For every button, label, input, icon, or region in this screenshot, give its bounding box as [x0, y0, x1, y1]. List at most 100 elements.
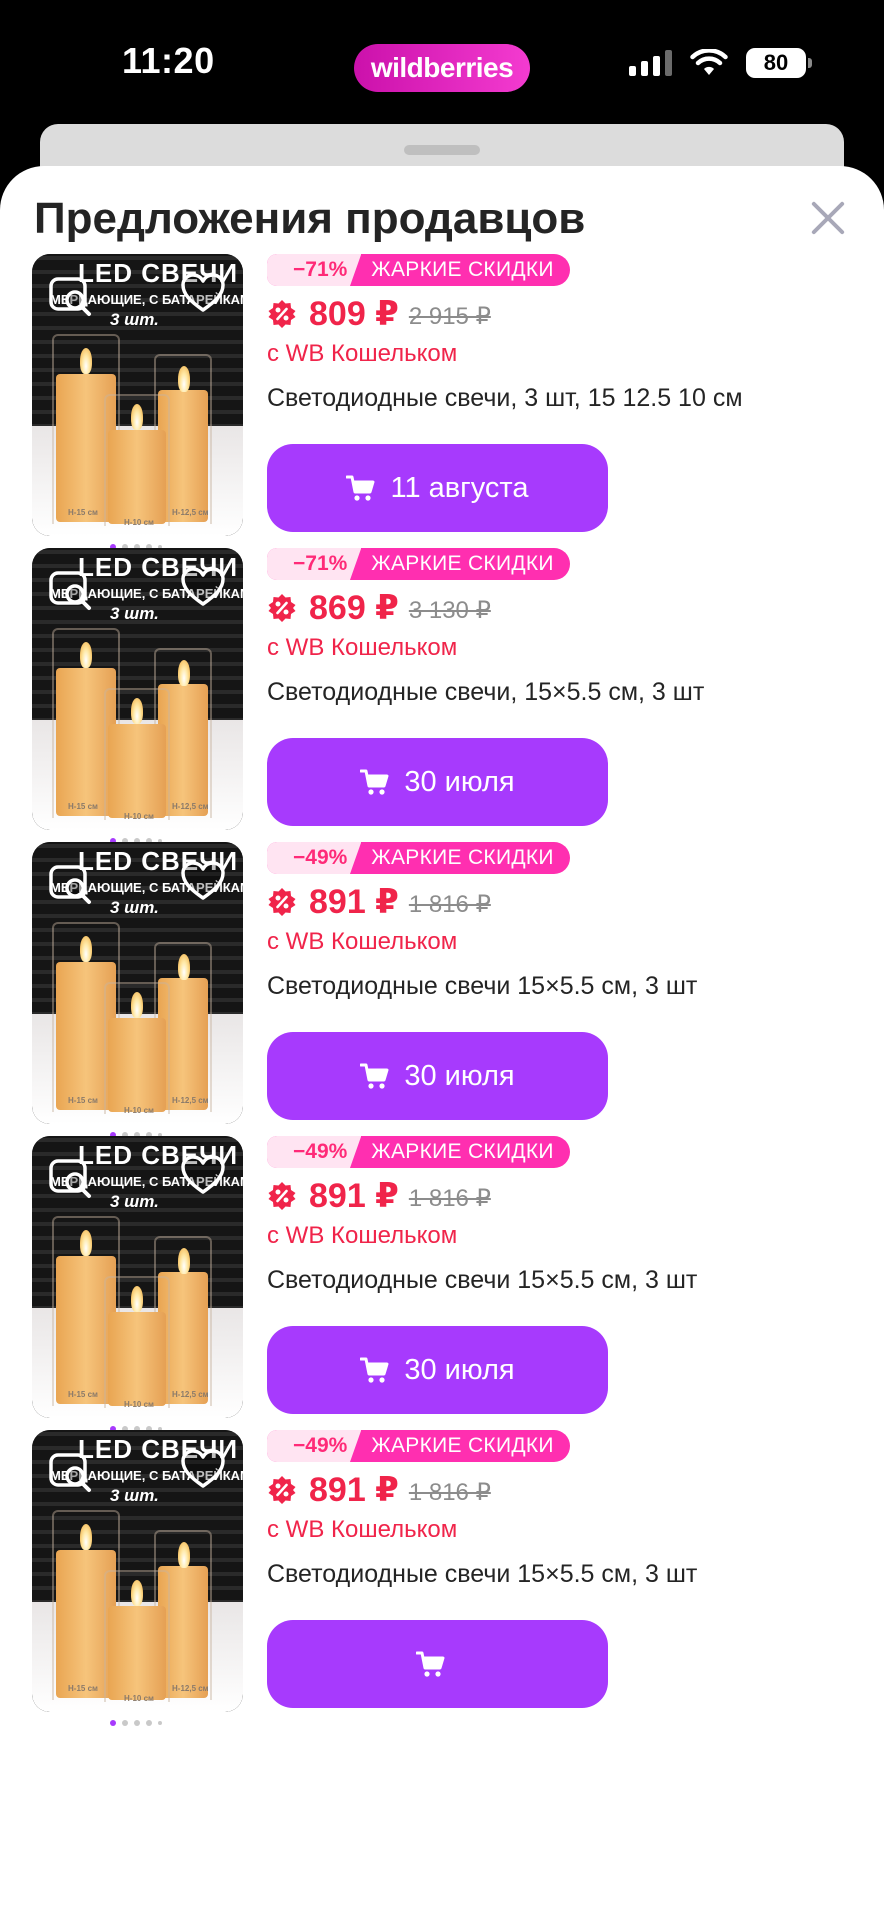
promo-label: ЖАРКИЕ СКИДКИ: [371, 1140, 554, 1163]
heart-icon[interactable]: [180, 1154, 226, 1196]
product-image[interactable]: LED СВЕЧИ МЕРЦАЮЩИЕ, С БАТАРЕЙКАМИ 3 шт.…: [32, 842, 243, 1124]
image-pagination: [110, 1720, 162, 1726]
cart-icon: [360, 769, 389, 795]
current-price: 869 ₽: [309, 589, 399, 627]
heart-icon[interactable]: [180, 272, 226, 314]
brand-logo: wildberries: [354, 44, 530, 92]
candle: [108, 1606, 166, 1700]
candle: [108, 430, 166, 524]
wallet-discount-icon: [268, 1476, 296, 1504]
delivery-date: 11 августа: [390, 471, 529, 504]
sheet-title: Предложения продавцов: [34, 194, 586, 243]
product-image[interactable]: LED СВЕЧИ МЕРЦАЮЩИЕ, С БАТАРЕЙКАМИ 3 шт.…: [32, 1430, 243, 1712]
heart-icon[interactable]: [180, 860, 226, 902]
product-image[interactable]: LED СВЕЧИ МЕРЦАЮЩИЕ, С БАТАРЕЙКАМИ 3 шт.…: [32, 1136, 243, 1418]
offer-card[interactable]: LED СВЕЧИ МЕРЦАЮЩИЕ, С БАТАРЕЙКАМИ 3 шт.…: [0, 548, 884, 878]
current-price: 891 ₽: [309, 883, 399, 921]
thumb-count: 3 шт.: [110, 898, 159, 917]
wallet-discount-icon: [268, 300, 296, 328]
candle: [108, 1312, 166, 1406]
add-to-cart-button[interactable]: 11 августа: [267, 444, 608, 532]
product-title[interactable]: Светодиодные свечи 15×5.5 см, 3 шт: [267, 1560, 697, 1589]
old-price: 1 816 ₽: [408, 1184, 491, 1212]
sheet-grabber[interactable]: [404, 145, 480, 155]
discount-label: −71%: [267, 254, 362, 286]
image-search-icon[interactable]: [48, 1452, 94, 1494]
price-row: 891 ₽ 1 816 ₽: [267, 1176, 491, 1216]
promo-badge: −71% ЖАРКИЕ СКИДКИ: [267, 548, 570, 580]
delivery-date: 30 июля: [404, 1059, 515, 1092]
heart-icon[interactable]: [180, 566, 226, 608]
promo-label: ЖАРКИЕ СКИДКИ: [371, 258, 554, 281]
wallet-discount-icon: [268, 594, 296, 622]
image-search-icon[interactable]: [48, 864, 94, 906]
close-icon[interactable]: [808, 198, 848, 238]
offer-card[interactable]: LED СВЕЧИ МЕРЦАЮЩИЕ, С БАТАРЕЙКАМИ 3 шт.…: [0, 842, 884, 1172]
current-price: 809 ₽: [309, 295, 399, 333]
wallet-discount-icon: [268, 888, 296, 916]
status-bar: 11:20 wildberries 80: [0, 0, 884, 120]
old-price: 2 915 ₽: [408, 302, 491, 330]
price-row: 891 ₽ 1 816 ₽: [267, 1470, 491, 1510]
promo-badge: −71% ЖАРКИЕ СКИДКИ: [267, 254, 570, 286]
add-to-cart-button[interactable]: [267, 1620, 608, 1708]
status-time: 11:20: [122, 40, 215, 81]
wallet-note: с WB Кошельком: [267, 928, 458, 955]
old-price: 3 130 ₽: [408, 596, 491, 624]
discount-label: −49%: [267, 842, 362, 874]
promo-label: ЖАРКИЕ СКИДКИ: [371, 846, 554, 869]
product-image[interactable]: LED СВЕЧИ МЕРЦАЮЩИЕ, С БАТАРЕЙКАМИ 3 шт.…: [32, 254, 243, 536]
cart-icon: [415, 1651, 444, 1677]
promo-badge: −49% ЖАРКИЕ СКИДКИ: [267, 842, 570, 874]
add-to-cart-button[interactable]: 30 июля: [267, 738, 608, 826]
cart-icon: [360, 1063, 389, 1089]
offer-card[interactable]: LED СВЕЧИ МЕРЦАЮЩИЕ, С БАТАРЕЙКАМИ 3 шт.…: [0, 254, 884, 584]
delivery-date: 30 июля: [404, 765, 515, 798]
add-to-cart-button[interactable]: 30 июля: [267, 1032, 608, 1120]
offer-card[interactable]: LED СВЕЧИ МЕРЦАЮЩИЕ, С БАТАРЕЙКАМИ 3 шт.…: [0, 1430, 884, 1760]
wifi-icon: [690, 49, 728, 75]
thumb-count: 3 шт.: [110, 1192, 159, 1211]
current-price: 891 ₽: [309, 1471, 399, 1509]
sellers-offers-sheet: Предложения продавцов LED СВЕЧИ МЕРЦАЮЩИ…: [0, 166, 884, 1920]
image-search-icon[interactable]: [48, 1158, 94, 1200]
candle: [108, 724, 166, 818]
product-title[interactable]: Светодиодные свечи, 15×5.5 см, 3 шт: [267, 678, 704, 707]
old-price: 1 816 ₽: [408, 1478, 491, 1506]
discount-label: −49%: [267, 1430, 362, 1462]
thumb-count: 3 шт.: [110, 310, 159, 329]
wallet-note: с WB Кошельком: [267, 1516, 458, 1543]
wallet-discount-icon: [268, 1182, 296, 1210]
wallet-note: с WB Кошельком: [267, 1222, 458, 1249]
signal-icon: [629, 50, 672, 76]
wallet-note: с WB Кошельком: [267, 634, 458, 661]
image-search-icon[interactable]: [48, 276, 94, 318]
status-indicators: 80: [629, 48, 812, 78]
discount-label: −71%: [267, 548, 362, 580]
discount-label: −49%: [267, 1136, 362, 1168]
promo-label: ЖАРКИЕ СКИДКИ: [371, 1434, 554, 1457]
promo-badge: −49% ЖАРКИЕ СКИДКИ: [267, 1430, 570, 1462]
product-image[interactable]: LED СВЕЧИ МЕРЦАЮЩИЕ, С БАТАРЕЙКАМИ 3 шт.…: [32, 548, 243, 830]
cart-icon: [346, 475, 375, 501]
thumb-count: 3 шт.: [110, 604, 159, 623]
price-row: 891 ₽ 1 816 ₽: [267, 882, 491, 922]
current-price: 891 ₽: [309, 1177, 399, 1215]
price-row: 809 ₽ 2 915 ₽: [267, 294, 491, 334]
product-title[interactable]: Светодиодные свечи 15×5.5 см, 3 шт: [267, 1266, 697, 1295]
promo-label: ЖАРКИЕ СКИДКИ: [371, 552, 554, 575]
old-price: 1 816 ₽: [408, 890, 491, 918]
product-title[interactable]: Светодиодные свечи 15×5.5 см, 3 шт: [267, 972, 697, 1001]
wallet-note: с WB Кошельком: [267, 340, 458, 367]
add-to-cart-button[interactable]: 30 июля: [267, 1326, 608, 1414]
thumb-count: 3 шт.: [110, 1486, 159, 1505]
cart-icon: [360, 1357, 389, 1383]
promo-badge: −49% ЖАРКИЕ СКИДКИ: [267, 1136, 570, 1168]
image-search-icon[interactable]: [48, 570, 94, 612]
price-row: 869 ₽ 3 130 ₽: [267, 588, 491, 628]
offer-card[interactable]: LED СВЕЧИ МЕРЦАЮЩИЕ, С БАТАРЕЙКАМИ 3 шт.…: [0, 1136, 884, 1466]
battery-icon: 80: [746, 48, 812, 78]
candle: [108, 1018, 166, 1112]
product-title[interactable]: Светодиодные свечи, 3 шт, 15 12.5 10 см: [267, 384, 743, 413]
heart-icon[interactable]: [180, 1448, 226, 1490]
